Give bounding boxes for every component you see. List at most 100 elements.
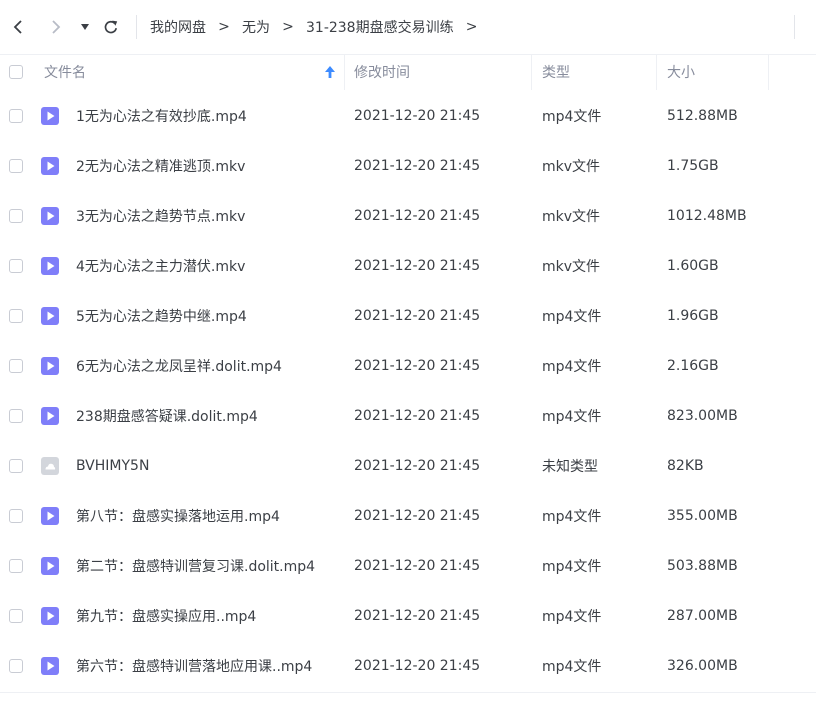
- breadcrumb-separator: >: [282, 19, 294, 35]
- column-header-type[interactable]: 类型: [542, 54, 570, 90]
- breadcrumb-item-current[interactable]: 31-238期盘感交易训练: [306, 17, 454, 37]
- file-row[interactable]: 第八节：盘感实操落地运用.mp4 2021-12-20 21:45 mp4文件 …: [0, 491, 816, 541]
- row-checkbox[interactable]: [9, 559, 23, 573]
- file-name[interactable]: 3无为心法之趋势节点.mkv: [76, 191, 245, 241]
- file-name[interactable]: 5无为心法之趋势中继.mp4: [76, 291, 247, 341]
- video-file-icon: [41, 157, 59, 175]
- file-name[interactable]: 第六节：盘感特训营落地应用课..mp4: [76, 641, 312, 691]
- file-size: 512.88MB: [667, 108, 738, 124]
- file-modified: 2021-12-20 21:45: [354, 458, 481, 474]
- file-row[interactable]: 2无为心法之精准逃顶.mkv 2021-12-20 21:45 mkv文件 1.…: [0, 141, 816, 191]
- row-checkbox[interactable]: [9, 509, 23, 523]
- file-size: 1012.48MB: [667, 208, 747, 224]
- file-modified: 2021-12-20 21:45: [354, 658, 481, 674]
- unknown-file-icon: [41, 457, 59, 475]
- file-name[interactable]: 第八节：盘感实操落地运用.mp4: [76, 491, 280, 541]
- video-file-icon: [41, 207, 59, 225]
- file-row[interactable]: 第六节：盘感特训营落地应用课..mp4 2021-12-20 21:45 mp4…: [0, 641, 816, 691]
- column-divider[interactable]: [656, 54, 657, 90]
- file-size: 1.75GB: [667, 158, 719, 174]
- file-row[interactable]: 1无为心法之有效抄底.mp4 2021-12-20 21:45 mp4文件 51…: [0, 91, 816, 141]
- video-file-icon: [41, 407, 59, 425]
- file-modified: 2021-12-20 21:45: [354, 208, 481, 224]
- file-type: mp4文件: [542, 359, 602, 375]
- column-divider[interactable]: [768, 54, 769, 90]
- file-name[interactable]: BVHIMY5N: [76, 441, 149, 491]
- refresh-button[interactable]: [99, 14, 123, 40]
- breadcrumb: 我的网盘 > 无为 > 31-238期盘感交易训练 >: [150, 0, 490, 54]
- chevron-left-icon: [13, 20, 22, 34]
- file-size: 2.16GB: [667, 358, 719, 374]
- forward-button[interactable]: [44, 14, 68, 40]
- column-header-size-label: 大小: [667, 65, 695, 81]
- breadcrumb-separator: >: [218, 19, 230, 35]
- file-row[interactable]: 238期盘感答疑课.dolit.mp4 2021-12-20 21:45 mp4…: [0, 391, 816, 441]
- column-divider[interactable]: [344, 54, 345, 90]
- row-checkbox[interactable]: [9, 409, 23, 423]
- file-name[interactable]: 第九节：盘感实操应用..mp4: [76, 591, 256, 641]
- select-all-checkbox[interactable]: [9, 65, 23, 79]
- file-row[interactable]: 第九节：盘感实操应用..mp4 2021-12-20 21:45 mp4文件 2…: [0, 591, 816, 641]
- row-checkbox[interactable]: [9, 109, 23, 123]
- chevron-right-icon: [52, 20, 61, 34]
- column-header-type-label: 类型: [542, 65, 570, 81]
- file-name[interactable]: 第二节：盘感特训营复习课.dolit.mp4: [76, 541, 315, 591]
- video-file-icon: [41, 507, 59, 525]
- breadcrumb-item-folder[interactable]: 无为: [242, 17, 270, 37]
- row-checkbox[interactable]: [9, 459, 23, 473]
- file-modified: 2021-12-20 21:45: [354, 558, 481, 574]
- video-file-icon: [41, 657, 59, 675]
- file-modified: 2021-12-20 21:45: [354, 158, 481, 174]
- file-type: mkv文件: [542, 209, 601, 225]
- file-row[interactable]: BVHIMY5N 2021-12-20 21:45 未知类型 82KB: [0, 441, 816, 491]
- row-checkbox[interactable]: [9, 209, 23, 223]
- file-name[interactable]: 6无为心法之龙凤呈祥.dolit.mp4: [76, 341, 282, 391]
- file-type: mp4文件: [542, 559, 602, 575]
- file-modified: 2021-12-20 21:45: [354, 308, 481, 324]
- file-size: 82KB: [667, 458, 704, 474]
- row-checkbox[interactable]: [9, 359, 23, 373]
- file-name[interactable]: 1无为心法之有效抄底.mp4: [76, 91, 247, 141]
- file-row[interactable]: 第二节：盘感特训营复习课.dolit.mp4 2021-12-20 21:45 …: [0, 541, 816, 591]
- back-button[interactable]: [6, 14, 30, 40]
- row-checkbox[interactable]: [9, 159, 23, 173]
- sort-ascending-icon[interactable]: [324, 65, 336, 79]
- file-row[interactable]: 3无为心法之趋势节点.mkv 2021-12-20 21:45 mkv文件 10…: [0, 191, 816, 241]
- row-checkbox[interactable]: [9, 259, 23, 273]
- file-type: mp4文件: [542, 609, 602, 625]
- file-modified: 2021-12-20 21:45: [354, 258, 481, 274]
- file-type: mp4文件: [542, 509, 602, 525]
- file-size: 503.88MB: [667, 558, 738, 574]
- file-name[interactable]: 2无为心法之精准逃顶.mkv: [76, 141, 245, 191]
- column-header-modified-label: 修改时间: [354, 65, 410, 81]
- column-header-modified[interactable]: 修改时间: [354, 54, 410, 90]
- file-row[interactable]: 5无为心法之趋势中继.mp4 2021-12-20 21:45 mp4文件 1.…: [0, 291, 816, 341]
- breadcrumb-expand[interactable]: >: [454, 19, 490, 35]
- row-checkbox[interactable]: [9, 309, 23, 323]
- file-type: mp4文件: [542, 409, 602, 425]
- file-size: 823.00MB: [667, 408, 738, 424]
- column-header-name[interactable]: 文件名: [44, 54, 86, 90]
- file-row[interactable]: 6无为心法之龙凤呈祥.dolit.mp4 2021-12-20 21:45 mp…: [0, 341, 816, 391]
- file-size: 1.60GB: [667, 258, 719, 274]
- video-file-icon: [41, 107, 59, 125]
- history-dropdown-button[interactable]: [74, 14, 96, 40]
- caret-down-icon: [81, 24, 89, 30]
- video-file-icon: [41, 307, 59, 325]
- file-modified: 2021-12-20 21:45: [354, 108, 481, 124]
- file-type: mkv文件: [542, 159, 601, 175]
- file-name[interactable]: 4无为心法之主力潜伏.mkv: [76, 241, 245, 291]
- nav-divider: [136, 15, 137, 39]
- file-modified: 2021-12-20 21:45: [354, 358, 481, 374]
- row-checkbox[interactable]: [9, 609, 23, 623]
- breadcrumb-item-root[interactable]: 我的网盘: [150, 17, 206, 37]
- file-name[interactable]: 238期盘感答疑课.dolit.mp4: [76, 391, 258, 441]
- file-row[interactable]: 4无为心法之主力潜伏.mkv 2021-12-20 21:45 mkv文件 1.…: [0, 241, 816, 291]
- row-checkbox[interactable]: [9, 659, 23, 673]
- column-header-size[interactable]: 大小: [667, 54, 695, 90]
- column-header-name-label: 文件名: [44, 65, 86, 81]
- file-type: mkv文件: [542, 259, 601, 275]
- file-size: 1.96GB: [667, 308, 719, 324]
- video-file-icon: [41, 357, 59, 375]
- column-divider[interactable]: [531, 54, 532, 90]
